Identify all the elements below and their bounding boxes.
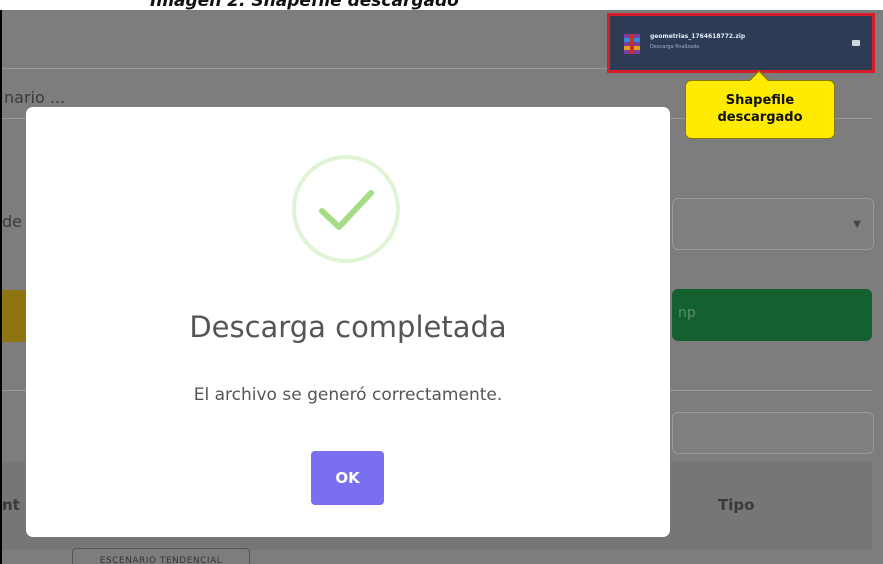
column-header-tipo: Tipo xyxy=(718,496,755,514)
search-placeholder: nario ... xyxy=(4,88,66,107)
download-filename: geometrias_1764618772.zip xyxy=(650,33,746,40)
header-caption-strip: Imagen 2. Shapefile descargado xyxy=(0,0,883,10)
column-header-left: nt xyxy=(2,496,20,514)
callout-line-2: descargado xyxy=(717,110,803,125)
download-status: Descarga finalizada xyxy=(650,44,700,50)
success-check-icon xyxy=(292,155,400,263)
download-notification[interactable]: geometrias_1764618772.zip Descarga final… xyxy=(607,13,875,73)
folder-icon[interactable] xyxy=(852,40,860,46)
green-button-label: np xyxy=(678,305,696,321)
chevron-down-icon: ▼ xyxy=(853,219,861,230)
scenario-chip: ESCENARIO TENDENCIAL xyxy=(72,548,250,564)
scenario-select[interactable]: ▼ xyxy=(672,198,874,250)
check-icon xyxy=(319,190,374,230)
header-caption: Imagen 2. Shapefile descargado xyxy=(150,0,459,10)
callout-annotation: Shapefile descargado xyxy=(685,70,835,139)
dialog-title: Descarga completada xyxy=(189,310,507,344)
dialog-message: El archivo se generó correctamente. xyxy=(193,385,503,405)
callout-line-1: Shapefile xyxy=(725,93,795,108)
ok-button[interactable]: OK xyxy=(311,451,384,505)
filter-input[interactable] xyxy=(672,412,874,454)
zip-file-icon xyxy=(624,34,640,54)
green-button[interactable]: np xyxy=(672,289,872,341)
select-fragment: de xyxy=(2,212,22,231)
